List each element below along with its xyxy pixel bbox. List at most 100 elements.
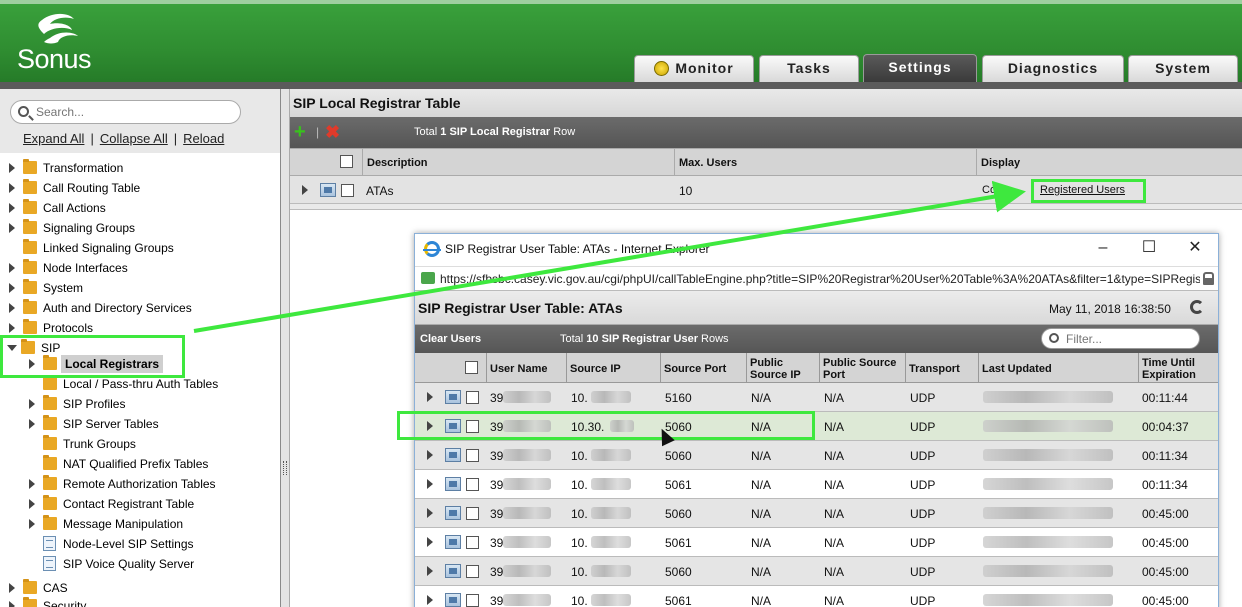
table-row[interactable]: 39 10. 5061 N/A N/A UDP 00:45:00 (415, 528, 1218, 557)
search-input[interactable] (36, 103, 236, 121)
refresh-icon[interactable] (1190, 300, 1204, 314)
add-icon[interactable]: + (294, 122, 306, 142)
col-description[interactable]: Description (362, 149, 674, 176)
edit-record-icon[interactable] (320, 183, 336, 197)
pane-splitter[interactable] (281, 89, 290, 607)
col-source-ip[interactable]: Source IP (566, 353, 660, 383)
table-row[interactable]: 39 10. 5160 N/A N/A UDP 00:11:44 (415, 383, 1218, 412)
cell-source-port: 5060 (665, 449, 692, 463)
redacted-user-name (503, 449, 551, 461)
expand-row-icon[interactable] (427, 595, 433, 605)
row-checkbox[interactable] (466, 478, 479, 491)
expand-arrow-icon[interactable] (9, 583, 15, 593)
expand-arrow-icon[interactable] (9, 203, 15, 213)
table-row[interactable]: 39 10. 5061 N/A N/A UDP 00:45:00 (415, 586, 1218, 607)
maximize-button[interactable]: ☐ (1131, 238, 1167, 260)
col-public-source-port[interactable]: Public Source Port (819, 353, 905, 383)
tab-settings[interactable]: Settings (863, 54, 977, 82)
address-url[interactable]: https://sfbsbc.casey.vic.gov.au/cgi/phpU… (440, 272, 1200, 286)
select-all-checkbox[interactable] (340, 155, 353, 168)
edit-record-icon[interactable] (445, 564, 461, 578)
expand-row-icon[interactable] (427, 508, 433, 518)
address-bar[interactable]: https://sfbsbc.casey.vic.gov.au/cgi/phpU… (415, 266, 1218, 291)
filter-box[interactable] (1041, 328, 1200, 349)
row-checkbox[interactable] (466, 565, 479, 578)
select-all-checkbox[interactable] (465, 361, 478, 374)
expand-all-link[interactable]: Expand All (23, 131, 84, 146)
col-time-until-expiration[interactable]: Time Until Expiration (1138, 353, 1213, 383)
expand-arrow-icon[interactable] (9, 223, 15, 233)
cell-transport: UDP (910, 420, 936, 434)
edit-record-icon[interactable] (445, 593, 461, 607)
expand-arrow-icon[interactable] (9, 323, 15, 333)
expand-arrow-icon[interactable] (29, 499, 35, 509)
expand-arrow-icon[interactable] (9, 283, 15, 293)
expand-row-icon[interactable] (427, 537, 433, 547)
cell-expiration: 00:11:34 (1142, 478, 1188, 492)
row-checkbox[interactable] (466, 536, 479, 549)
col-user-name[interactable]: User Name (486, 353, 566, 383)
tree-item-label: CAS (43, 581, 68, 595)
site-identity-icon (421, 272, 435, 284)
reload-link[interactable]: Reload (183, 131, 224, 146)
expand-row-icon[interactable] (427, 450, 433, 460)
edit-record-icon[interactable] (445, 448, 461, 462)
app-window: Sonus Monitor Tasks Settings Diagnostics… (0, 0, 1242, 607)
table-row[interactable]: 39 10. 5061 N/A N/A UDP 00:11:34 (415, 470, 1218, 499)
header-top-strip (0, 0, 1242, 4)
page-title: SIP Local Registrar Table (290, 89, 1242, 117)
expand-arrow-icon[interactable] (29, 419, 35, 429)
table-row[interactable]: 39 10. 5060 N/A N/A UDP 00:45:00 (415, 557, 1218, 586)
row-checkbox[interactable] (466, 507, 479, 520)
tree-item-label: Signaling Groups (43, 221, 136, 235)
col-display[interactable]: Display (976, 149, 1242, 176)
row-checkbox[interactable] (341, 184, 354, 197)
cell-user-name: 39 (490, 565, 504, 579)
splitter-grip-icon[interactable] (283, 461, 287, 475)
expand-row-icon[interactable] (302, 185, 308, 195)
col-public-source-ip[interactable]: Public Source IP (746, 353, 819, 383)
col-transport[interactable]: Transport (905, 353, 978, 383)
filter-input[interactable] (1066, 331, 1191, 347)
expand-arrow-icon[interactable] (29, 519, 35, 529)
expand-arrow-icon[interactable] (9, 263, 15, 273)
tab-system[interactable]: System (1128, 55, 1238, 82)
table-row[interactable]: 39 10. 5060 N/A N/A UDP 00:11:34 (415, 441, 1218, 470)
delete-icon[interactable]: ✖ (325, 122, 340, 142)
col-max-users[interactable]: Max. Users (674, 149, 976, 176)
tab-monitor-label: Monitor (675, 60, 734, 76)
expand-row-icon[interactable] (427, 566, 433, 576)
table-row[interactable]: 39 10. 5060 N/A N/A UDP 00:45:00 (415, 499, 1218, 528)
edit-record-icon[interactable] (445, 390, 461, 404)
row-checkbox[interactable] (466, 594, 479, 607)
row-checkbox[interactable] (466, 449, 479, 462)
edit-record-icon[interactable] (445, 477, 461, 491)
collapse-all-link[interactable]: Collapse All (100, 131, 168, 146)
col-last-updated[interactable]: Last Updated (978, 353, 1138, 383)
cell-max-users: 10 (679, 184, 693, 198)
expand-row-icon[interactable] (427, 392, 433, 402)
cell-public-source-ip: N/A (751, 594, 772, 607)
edit-record-icon[interactable] (445, 535, 461, 549)
expand-arrow-icon[interactable] (9, 303, 15, 313)
settings-page-icon (43, 536, 56, 551)
col-source-port[interactable]: Source Port (660, 353, 746, 383)
expand-arrow-icon[interactable] (29, 479, 35, 489)
tab-diagnostics[interactable]: Diagnostics (982, 55, 1124, 82)
cell-source-ip: 10. (571, 449, 588, 463)
expand-arrow-icon[interactable] (9, 601, 15, 607)
row-checkbox[interactable] (466, 391, 479, 404)
expand-arrow-icon[interactable] (29, 399, 35, 409)
expand-arrow-icon[interactable] (9, 163, 15, 173)
sidebar-search[interactable] (10, 100, 241, 124)
expand-row-icon[interactable] (427, 479, 433, 489)
close-button[interactable]: ✕ (1177, 238, 1213, 260)
tab-monitor[interactable]: Monitor (634, 55, 754, 82)
edit-record-icon[interactable] (445, 506, 461, 520)
expand-arrow-icon[interactable] (9, 183, 15, 193)
minimize-button[interactable]: – (1085, 238, 1121, 260)
clear-users-button[interactable]: Clear Users (420, 333, 481, 345)
lock-icon[interactable] (1203, 272, 1214, 285)
collapse-link[interactable]: Co... (982, 184, 1005, 196)
tab-tasks[interactable]: Tasks (759, 55, 859, 82)
